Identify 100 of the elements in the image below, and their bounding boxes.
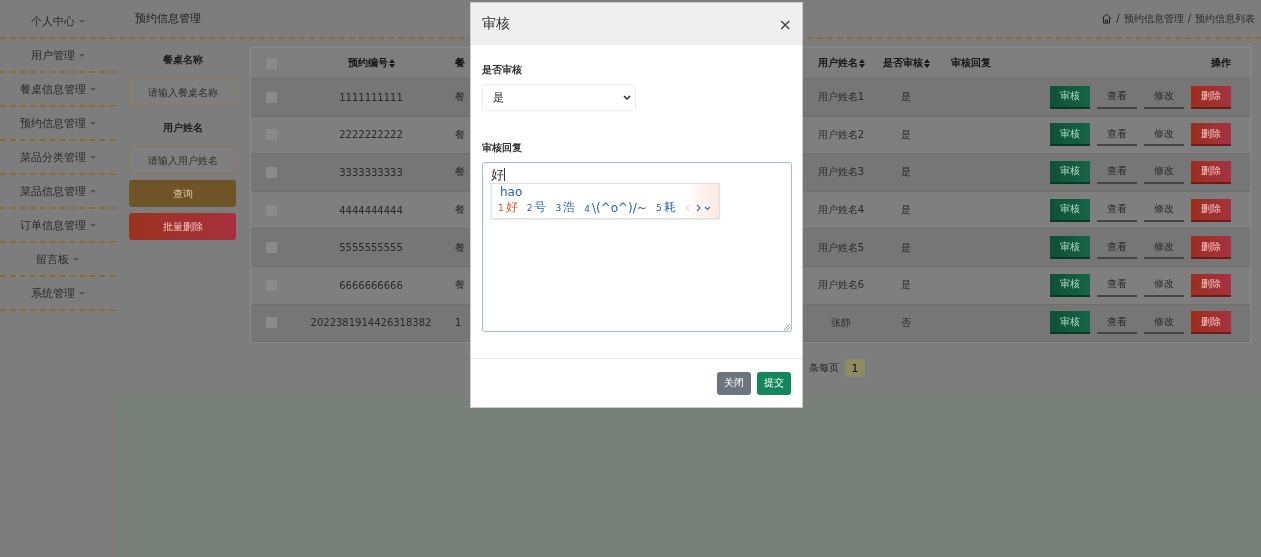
breadcrumb-item[interactable]: 预约信息列表 [1195, 11, 1255, 26]
action-button[interactable]: 审核 [1050, 85, 1090, 109]
action-button[interactable]: 修改 [1144, 161, 1184, 184]
ime-composition: hao [500, 185, 524, 199]
action-button[interactable]: 删除 [1191, 236, 1231, 260]
action-button[interactable]: 修改 [1144, 123, 1184, 147]
close-button[interactable]: × [778, 14, 792, 34]
sort-icon[interactable] [388, 58, 395, 68]
filter-input[interactable]: 请输入用户姓名 [129, 147, 236, 173]
caret-icon [89, 121, 96, 125]
sidebar-item[interactable]: 菜品信息管理 [19, 183, 96, 199]
caret-icon [89, 155, 96, 159]
action-button[interactable]: 审核 [1050, 123, 1090, 147]
filter-label: 餐桌名称 [162, 53, 203, 67]
home-icon[interactable] [1101, 13, 1113, 24]
ime-candidate[interactable]: 2 号 [526, 199, 547, 216]
caret-icon [73, 257, 79, 261]
action-button[interactable]: 查看 [1097, 161, 1137, 184]
table-cell: 张静 [831, 315, 851, 330]
table-cell: 餐 [455, 278, 465, 293]
ime-candidate[interactable]: 4 \(^o^)/~ [584, 200, 647, 215]
chevron-down-icon [623, 95, 631, 100]
action-button[interactable]: 修改 [1144, 198, 1184, 222]
action-button[interactable]: 删除 [1191, 311, 1231, 335]
table-cell: 4444444444 [339, 204, 403, 216]
table-cell: 3333333333 [339, 167, 403, 178]
action-button[interactable]: 审核 [1050, 198, 1090, 222]
table-cell: 是 [901, 278, 911, 293]
column-header[interactable]: 操作 [1211, 56, 1231, 70]
table-cell: 用户姓名6 [817, 278, 865, 293]
action-button[interactable]: 查看 [1097, 198, 1137, 222]
sort-icon[interactable] [923, 58, 930, 68]
table-cell: 餐 [455, 90, 465, 105]
table-cell: 用户姓名4 [817, 203, 865, 218]
action-button[interactable]: 查看 [1097, 85, 1137, 109]
action-button[interactable]: 删除 [1191, 161, 1231, 184]
sidebar-item[interactable]: 菜品分类管理 [19, 149, 96, 165]
column-header[interactable]: 审核回复 [951, 56, 991, 70]
sidebar-item[interactable]: 留言板 [36, 251, 79, 267]
batch-delete-button[interactable]: 批量删除 [129, 213, 236, 240]
close-dialog-button[interactable]: 关闭 [717, 371, 751, 395]
caret-icon [89, 87, 96, 91]
action-button[interactable]: 审核 [1050, 273, 1090, 297]
column-header[interactable]: 用户姓名 [817, 56, 865, 70]
caret-icon [78, 53, 85, 57]
action-button[interactable]: 查看 [1097, 273, 1137, 297]
table-cell: 餐 [455, 203, 465, 218]
page-button[interactable]: 1 [845, 359, 865, 378]
table-cell: 是 [901, 165, 911, 180]
table-cell: 是 [901, 203, 911, 218]
review-select[interactable]: 是 [482, 84, 636, 111]
action-button[interactable]: 修改 [1144, 236, 1184, 260]
action-button[interactable]: 删除 [1191, 198, 1231, 222]
sidebar-item[interactable]: 餐桌信息管理 [19, 81, 96, 97]
ime-candidate[interactable]: 3 浩 [555, 199, 576, 216]
table-cell: 1111111111 [339, 91, 403, 103]
ime-candidate[interactable]: 5 耗 [655, 199, 676, 216]
action-button[interactable]: 查看 [1097, 311, 1137, 335]
sidebar-item[interactable]: 预约信息管理 [19, 115, 96, 131]
action-button[interactable]: 修改 [1144, 311, 1184, 335]
table-cell: 6666666666 [339, 279, 403, 291]
breadcrumb-separator: / [1187, 13, 1191, 24]
filter-label: 用户姓名 [162, 121, 203, 135]
table-cell: 用户姓名5 [817, 240, 865, 255]
search-button[interactable]: 查询 [129, 180, 236, 207]
column-header[interactable]: 餐 [455, 56, 465, 70]
table-cell: 用户姓名3 [817, 165, 865, 180]
per-page-label: 条每页 [809, 361, 839, 376]
reply-textarea[interactable]: 好 hao 1 好 2 号 3 浩 4 \(^o^)/~ 5 耗 [482, 162, 792, 332]
action-button[interactable]: 删除 [1191, 273, 1231, 297]
action-button[interactable]: 删除 [1191, 85, 1231, 109]
caret-icon [89, 223, 96, 227]
table-cell: 餐 [455, 165, 465, 180]
caret-icon [78, 19, 85, 23]
resize-grip-icon[interactable] [784, 324, 790, 330]
action-button[interactable]: 审核 [1050, 161, 1090, 184]
breadcrumb-item[interactable]: 预约信息管理 [1123, 11, 1184, 26]
sidebar-item[interactable]: 系统管理 [30, 285, 85, 301]
sidebar-item[interactable]: 用户管理 [30, 47, 85, 63]
action-button[interactable]: 查看 [1097, 123, 1137, 147]
table-cell: 是 [901, 240, 911, 255]
filter-input[interactable]: 请输入餐桌名称 [129, 79, 236, 105]
column-header[interactable]: 是否审核 [882, 56, 930, 70]
action-button[interactable]: 审核 [1050, 311, 1090, 335]
action-button[interactable]: 删除 [1191, 123, 1231, 147]
sidebar-item[interactable]: 订单信息管理 [19, 217, 96, 233]
sidebar-item[interactable]: 个人中心 [30, 13, 85, 29]
action-button[interactable]: 修改 [1144, 273, 1184, 297]
action-button[interactable]: 修改 [1144, 85, 1184, 109]
table-cell: 是 [901, 127, 911, 142]
submit-button[interactable]: 提交 [757, 371, 791, 395]
table-cell: 是 [901, 90, 911, 105]
sort-icon[interactable] [858, 58, 865, 68]
ime-candidate[interactable]: 1 好 [498, 199, 518, 216]
action-button[interactable]: 审核 [1050, 236, 1090, 260]
table-cell: 餐 [455, 240, 465, 255]
table-cell: 用户姓名2 [817, 127, 865, 142]
field-label: 是否审核 [482, 63, 522, 77]
action-button[interactable]: 查看 [1097, 236, 1137, 260]
column-header[interactable]: 预约编号 [347, 56, 395, 70]
